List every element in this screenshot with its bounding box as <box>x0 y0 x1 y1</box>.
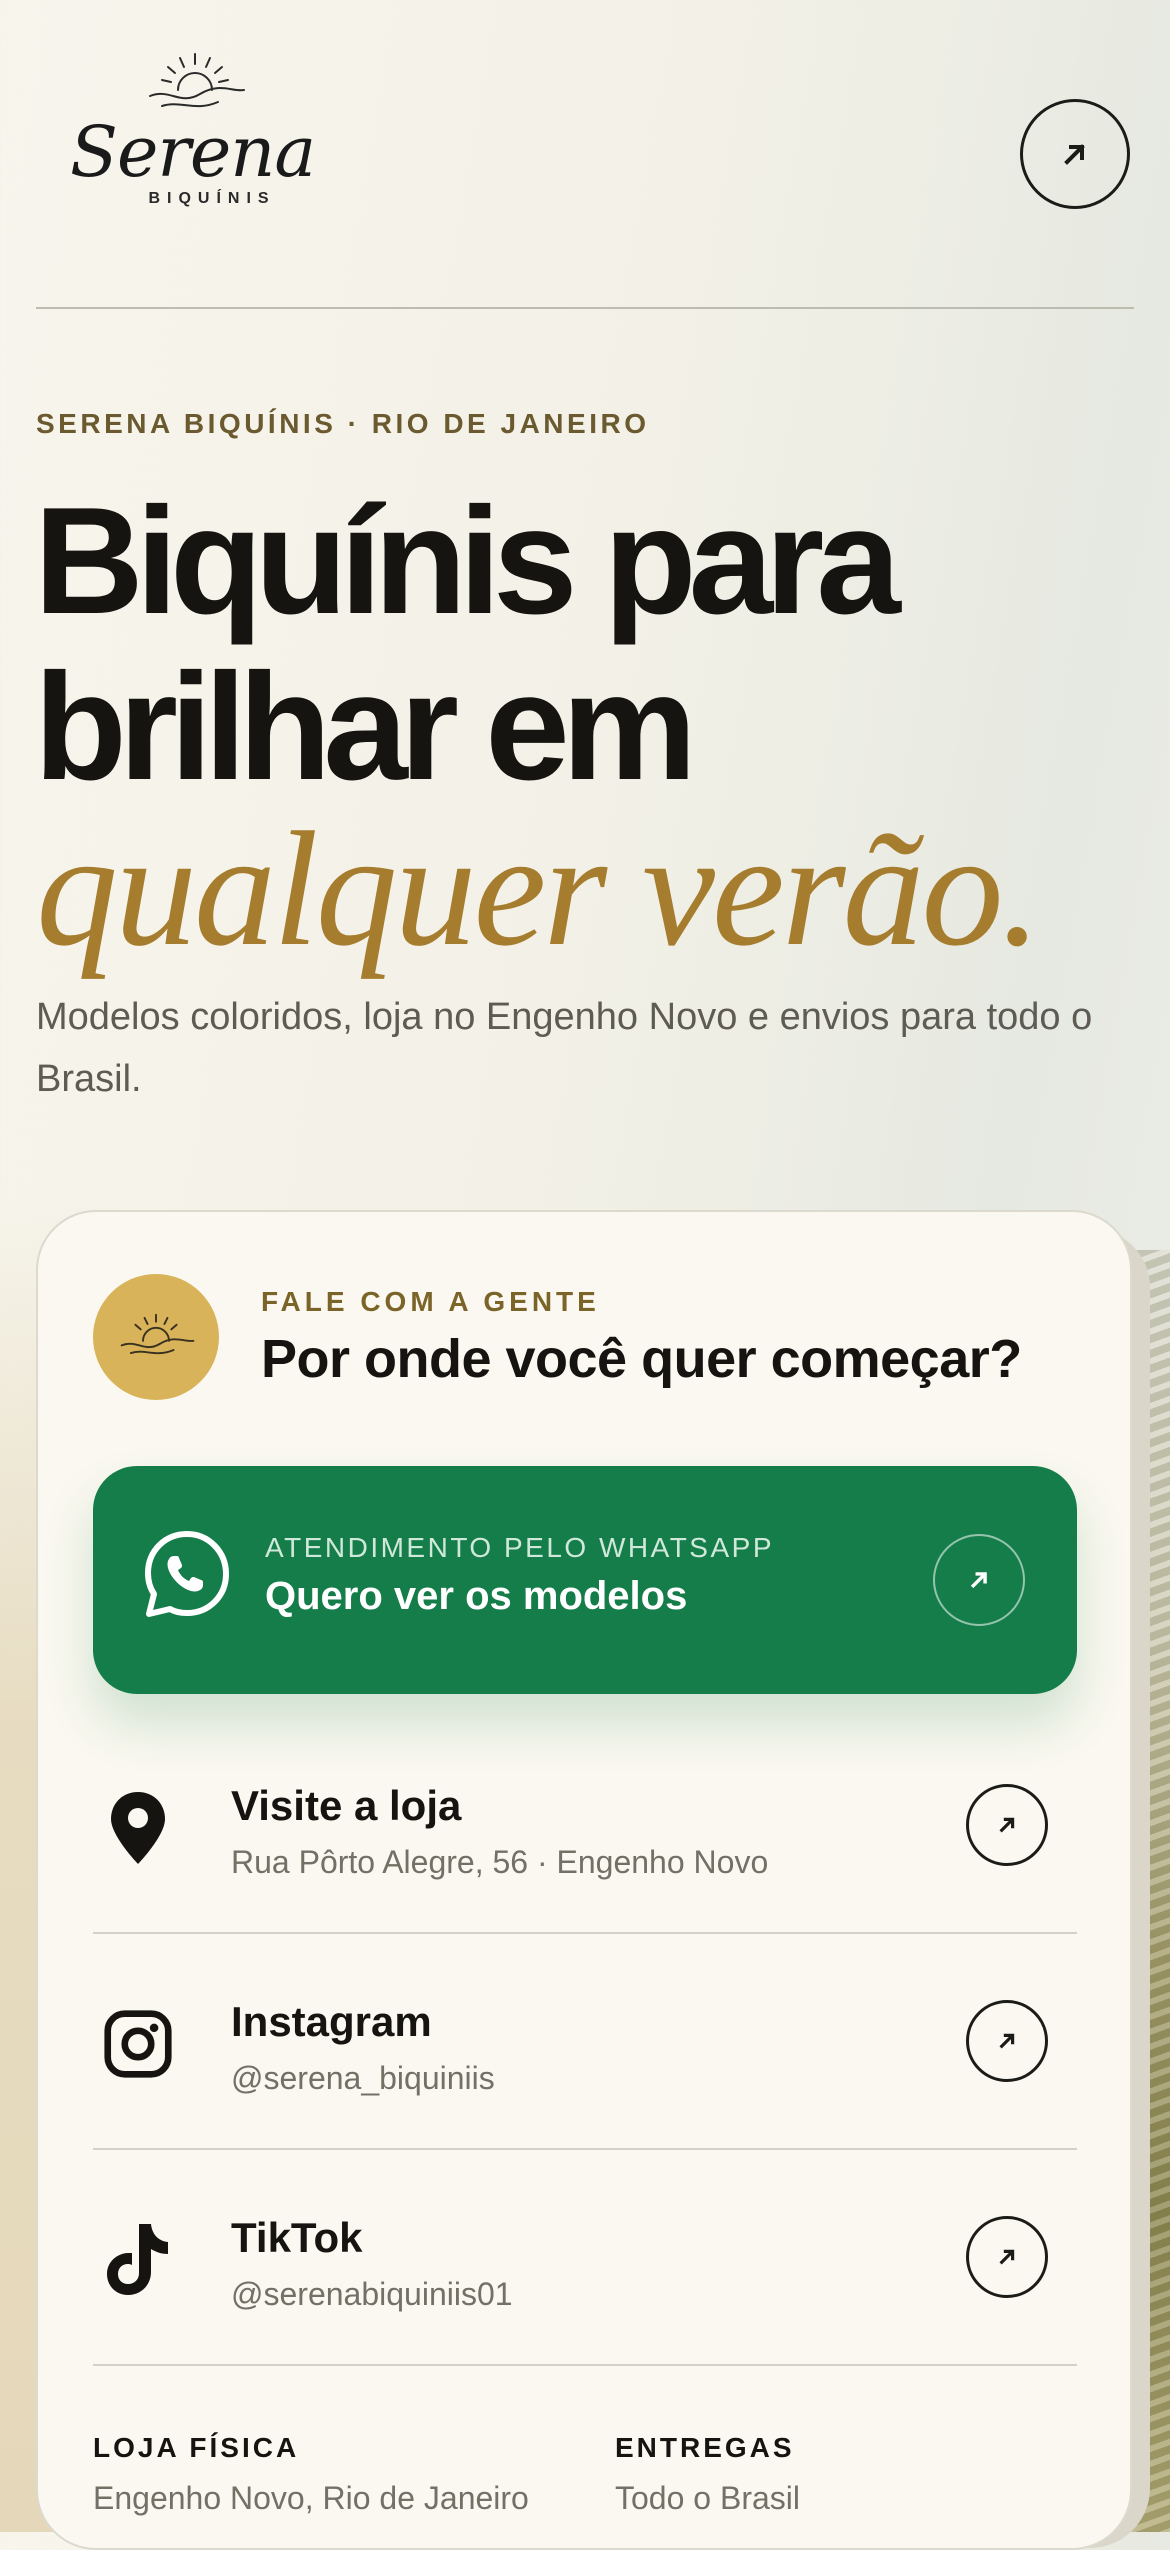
tiktok-icon <box>103 2220 173 2300</box>
card-logo-badge <box>93 1274 219 1400</box>
whatsapp-eyebrow: ATENDIMENTO PELO WHATSAPP <box>265 1532 775 1563</box>
arrow-up-right-icon <box>999 1817 1015 1833</box>
arrow-up-right-icon <box>970 1572 987 1589</box>
map-pin-icon <box>103 1788 173 1868</box>
link-row-tiktok[interactable]: TikTok @serenabiquiniis01 <box>93 2176 1077 2366</box>
whatsapp-icon <box>145 1531 229 1617</box>
delivery-info-label: ENTREGAS <box>615 2432 795 2463</box>
store-arrow <box>966 1784 1048 1866</box>
sun-wave-logo-icon <box>149 53 245 108</box>
arrow-up-right-icon <box>999 2033 1015 2049</box>
card-eyebrow: FALE COM A GENTE <box>261 1286 600 1317</box>
hero-title: Biquínis para brilhar em <box>34 478 1134 810</box>
hero-eyebrow: SERENA BIQUÍNIS · RIO DE JANEIRO <box>36 408 650 439</box>
instagram-title: Instagram <box>231 1998 432 2045</box>
delivery-info-value: Todo o Brasil <box>615 2480 800 2516</box>
hero-title-accent: qualquer verão. <box>36 799 1042 980</box>
instagram-handle: @serena_biquiniis <box>231 2060 495 2096</box>
whatsapp-label: Quero ver os modelos <box>265 1574 688 1618</box>
sun-wave-badge-icon <box>120 1313 195 1355</box>
hero-title-line-2: brilhar em <box>34 642 697 812</box>
tiktok-handle: @serenabiquiniis01 <box>231 2276 513 2312</box>
hero-title-line-1: Biquínis para <box>34 476 901 646</box>
row-divider <box>93 1932 1077 1934</box>
link-row-store[interactable]: Visite a loja Rua Pôrto Alegre, 56 · Eng… <box>93 1744 1077 1934</box>
instagram-icon <box>103 2004 173 2084</box>
whatsapp-arrow <box>933 1534 1025 1626</box>
top-action-button[interactable] <box>1020 99 1130 209</box>
tiktok-title: TikTok <box>231 2214 363 2261</box>
tiktok-arrow <box>966 2216 1048 2298</box>
link-row-instagram[interactable]: Instagram @serena_biquiniis <box>93 1960 1077 2150</box>
brand-logo[interactable]: Serena BIQUÍNIS <box>70 50 316 210</box>
instagram-arrow <box>966 2000 1048 2082</box>
logo-subtitle: BIQUÍNIS <box>148 190 276 207</box>
logo-wordmark: Serena <box>70 111 316 193</box>
row-divider <box>93 2148 1077 2150</box>
store-info-value: Engenho Novo, Rio de Janeiro <box>93 2480 529 2516</box>
whatsapp-button[interactable]: ATENDIMENTO PELO WHATSAPP Quero ver os m… <box>93 1466 1077 1694</box>
card-title: Por onde você quer começar? <box>261 1329 1022 1389</box>
store-title: Visite a loja <box>231 1782 462 1829</box>
hero-subtitle: Modelos coloridos, loja no Engenho Novo … <box>36 996 1093 1100</box>
store-info-label: LOJA FÍSICA <box>93 2432 300 2463</box>
arrow-up-right-icon <box>999 2249 1015 2265</box>
row-divider <box>93 2364 1077 2366</box>
store-address: Rua Pôrto Alegre, 56 · Engenho Novo <box>231 1844 769 1880</box>
header-divider <box>36 307 1134 309</box>
arrow-up-right-icon <box>1064 144 1085 165</box>
